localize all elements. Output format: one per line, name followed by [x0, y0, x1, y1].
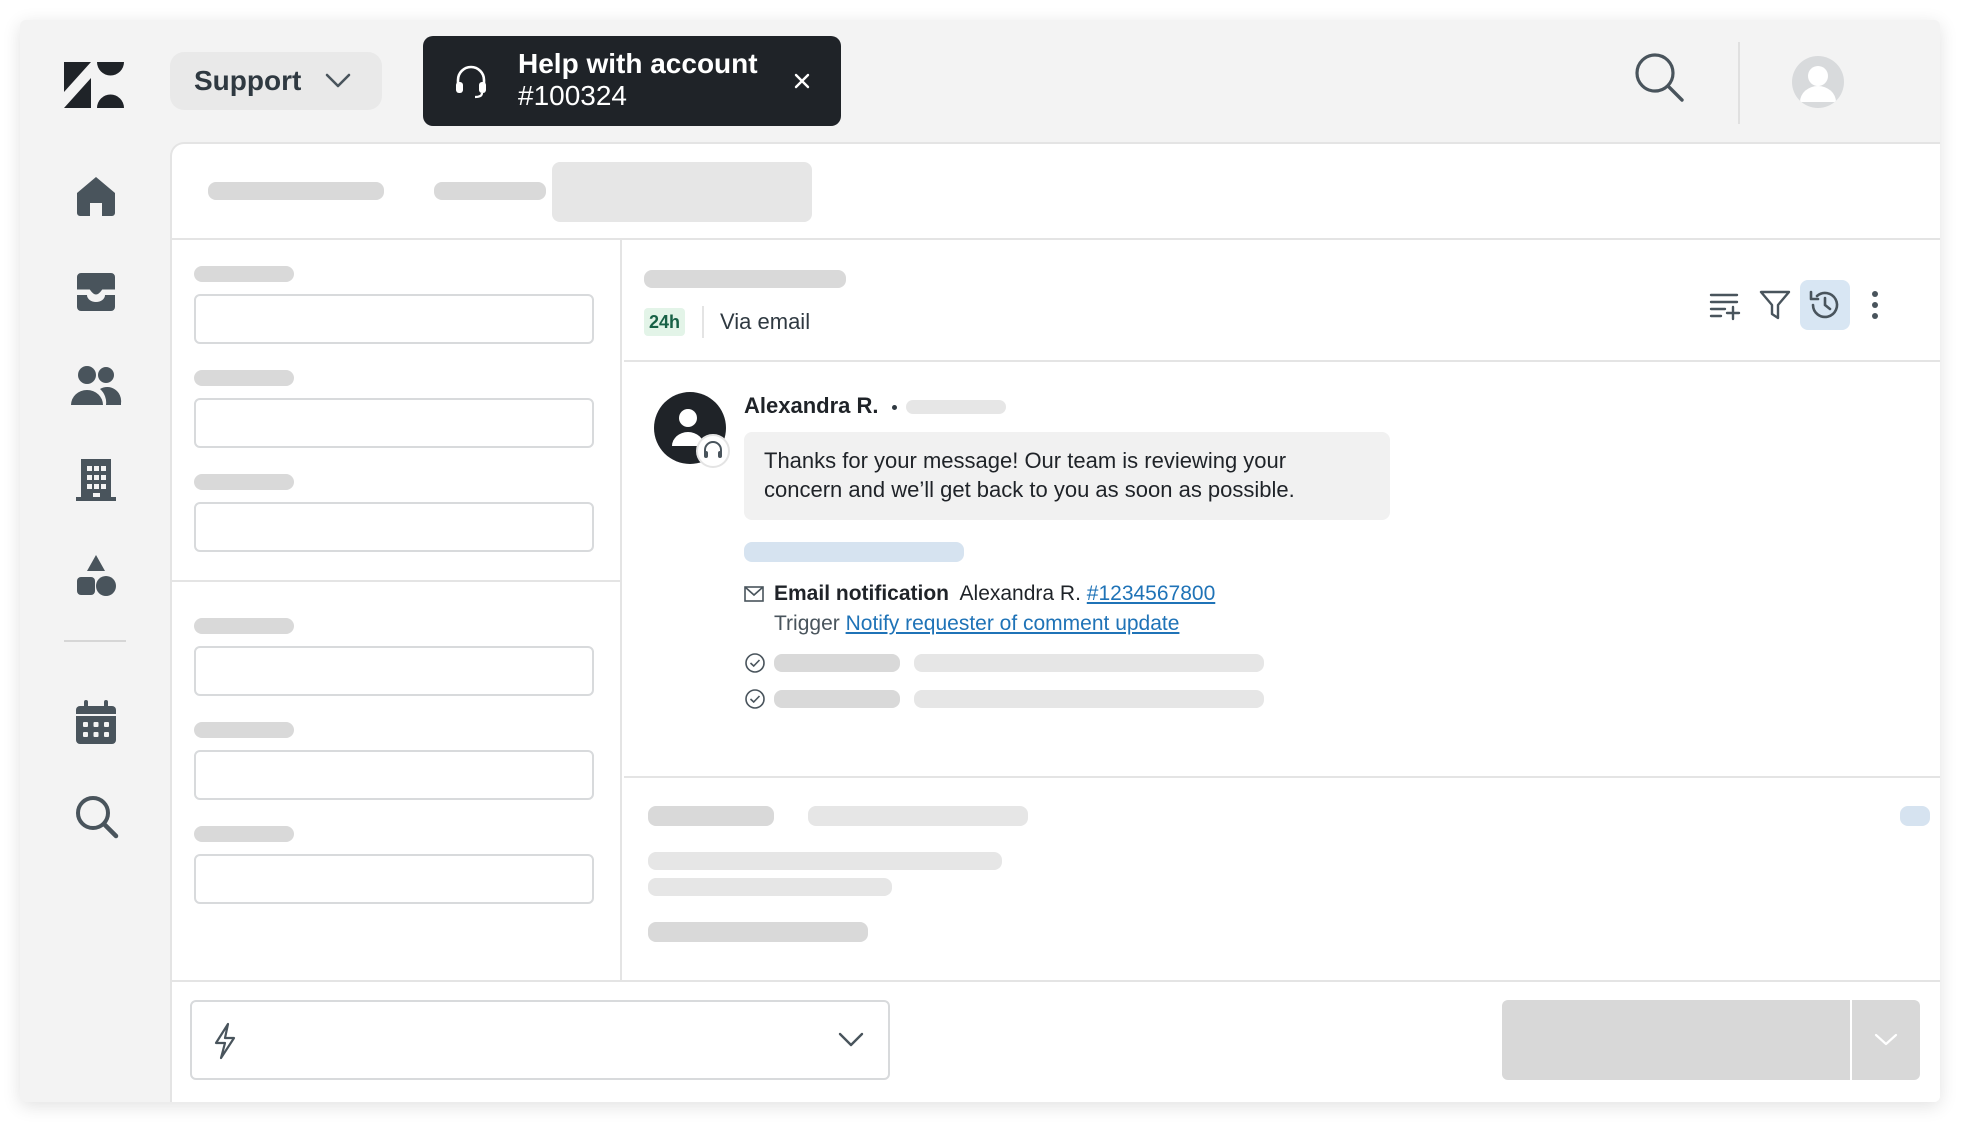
history-icon — [1809, 290, 1839, 319]
reply-placeholder — [648, 806, 774, 826]
active-call-indicator[interactable]: Help with account #100324 — [423, 36, 841, 126]
trigger-link[interactable]: Notify requester of comment update — [846, 612, 1180, 635]
link-placeholder[interactable] — [744, 542, 964, 562]
call-title: Help with account — [518, 48, 758, 79]
mail-icon — [744, 586, 764, 602]
submit-button[interactable] — [1502, 1000, 1850, 1080]
history-button[interactable] — [1800, 280, 1850, 330]
event-placeholder — [774, 654, 900, 672]
calendar-icon — [76, 700, 116, 744]
ticket-footer — [172, 980, 1940, 1102]
header-separator — [702, 306, 704, 338]
close-icon[interactable] — [789, 68, 815, 94]
event-recipient: Alexandra R. — [959, 582, 1081, 605]
property-field[interactable] — [194, 502, 594, 552]
header-divider — [1738, 42, 1740, 124]
reply-placeholder — [648, 878, 892, 896]
reply-composer[interactable] — [624, 780, 1940, 980]
reply-placeholder — [648, 852, 1002, 870]
tab-placeholder[interactable] — [208, 182, 384, 200]
chevron-down-icon — [326, 73, 351, 88]
reply-option-placeholder[interactable] — [1900, 806, 1930, 826]
conversation-log: Alexandra R. Thanks for your message! Ou… — [624, 362, 1940, 778]
summary-button[interactable] — [1700, 280, 1750, 330]
separator-dot — [892, 405, 897, 410]
user-avatar-icon[interactable] — [1792, 56, 1844, 108]
chevron-down-icon — [838, 1032, 864, 1047]
more-options-button[interactable] — [1850, 280, 1900, 330]
home-icon — [77, 177, 115, 216]
field-label-placeholder — [194, 266, 294, 282]
message-author[interactable]: Alexandra R. — [744, 392, 879, 420]
nav-admin[interactable] — [70, 550, 122, 602]
event-trigger-row: Trigger Notify requester of comment upda… — [774, 610, 1179, 638]
event-notification-row: Email notification Alexandra R. #1234567… — [774, 580, 1215, 608]
filter-button[interactable] — [1750, 280, 1800, 330]
ticket-tabs — [172, 144, 1940, 240]
event-ticket-link[interactable]: #1234567800 — [1087, 582, 1215, 605]
app-window: Support Help with account #100324 24h Vi… — [20, 20, 1940, 1102]
headset-icon — [456, 65, 486, 99]
field-label-placeholder — [194, 826, 294, 842]
nav-organizations[interactable] — [70, 454, 122, 506]
filter-icon — [1759, 290, 1791, 320]
reply-placeholder — [808, 806, 1028, 826]
property-field[interactable] — [194, 646, 594, 696]
building-icon — [76, 459, 116, 501]
nav-calendar[interactable] — [70, 696, 122, 748]
more-vertical-icon — [1872, 291, 1878, 319]
subject-placeholder — [644, 270, 846, 288]
timestamp-placeholder — [906, 400, 1006, 414]
property-field[interactable] — [194, 750, 594, 800]
message-text: Thanks for your message! Our team is rev… — [764, 448, 1295, 502]
nav-customers[interactable] — [70, 360, 122, 412]
inbox-icon — [77, 273, 115, 311]
search-icon[interactable] — [1632, 50, 1686, 104]
submit-options-button[interactable] — [1852, 1000, 1920, 1080]
field-label-placeholder — [194, 618, 294, 634]
check-circle-icon — [745, 689, 765, 709]
sla-badge: 24h — [644, 308, 686, 336]
tab-placeholder[interactable] — [434, 182, 546, 200]
nav-views[interactable] — [70, 266, 122, 318]
lightning-bolt-icon — [214, 1022, 236, 1060]
channel-label: Via email — [720, 309, 811, 334]
event-placeholder — [774, 690, 900, 708]
field-label-placeholder — [194, 474, 294, 490]
property-field[interactable] — [194, 294, 594, 344]
search-icon — [76, 796, 119, 839]
call-ticket-number: #100324 — [518, 80, 628, 111]
nav-search[interactable] — [70, 790, 122, 842]
ticket-workspace: 24h Via email Alexandra R. Thanks for yo… — [170, 142, 1940, 1102]
product-switcher[interactable]: Support — [170, 52, 382, 110]
summary-icon — [1709, 293, 1741, 321]
headset-icon — [696, 434, 730, 468]
nav-separator — [64, 640, 126, 642]
shapes-icon — [77, 555, 116, 596]
ticket-properties-panel — [172, 240, 622, 980]
call-info: Help with account #100324 — [518, 48, 758, 112]
property-field[interactable] — [194, 398, 594, 448]
nav-home[interactable] — [70, 170, 122, 222]
zendesk-logo[interactable] — [64, 62, 124, 108]
property-field[interactable] — [194, 854, 594, 904]
chevron-down-icon — [1874, 1033, 1898, 1046]
field-label-placeholder — [194, 722, 294, 738]
event-placeholder — [914, 690, 1264, 708]
conversation-header: 24h Via email — [624, 240, 1940, 362]
users-icon — [71, 366, 122, 405]
event-type: Email notification — [774, 582, 950, 605]
trigger-label: Trigger — [774, 612, 840, 635]
macro-select[interactable] — [190, 1000, 890, 1080]
reply-placeholder — [648, 922, 868, 942]
active-tab-placeholder[interactable] — [552, 162, 812, 222]
event-placeholder — [914, 654, 1264, 672]
check-circle-icon — [745, 653, 765, 673]
message-bubble: Thanks for your message! Our team is rev… — [744, 432, 1390, 520]
panel-divider — [172, 580, 622, 582]
field-label-placeholder — [194, 370, 294, 386]
product-switcher-label: Support — [194, 65, 302, 96]
